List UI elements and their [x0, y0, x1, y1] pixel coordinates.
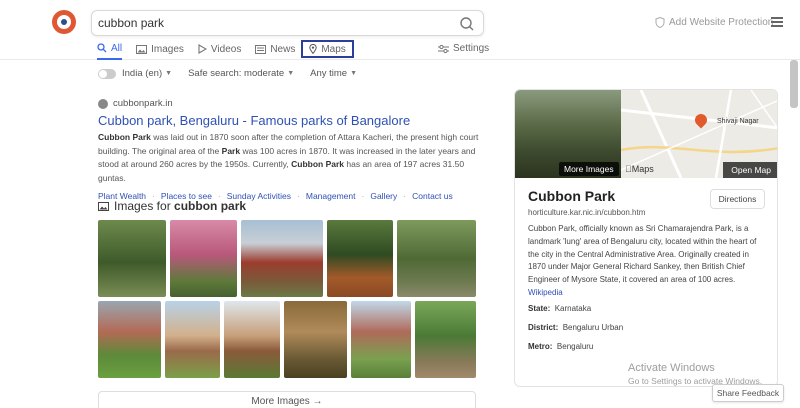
- header: Add Website Protection All Images Videos…: [0, 0, 800, 60]
- result-title[interactable]: Cubbon park, Bengaluru - Famous parks of…: [98, 113, 483, 128]
- search-icon[interactable]: [459, 16, 475, 32]
- activate-windows-watermark: Activate Windows Go to Settings to activ…: [628, 362, 763, 386]
- chevron-down-icon: ▼: [165, 70, 173, 77]
- image-thumbnail[interactable]: [397, 220, 476, 297]
- open-map-button[interactable]: Open Map: [723, 162, 777, 178]
- more-images-link[interactable]: More Images: [559, 162, 619, 176]
- image-thumbnail[interactable]: [284, 301, 347, 378]
- share-feedback-button[interactable]: Share Feedback: [712, 384, 784, 402]
- filters-bar: India (en) ▼ Safe search: moderate ▼ Any t…: [98, 68, 373, 79]
- image-thumbnail[interactable]: [165, 301, 220, 378]
- wikipedia-link[interactable]: Wikipedia: [528, 288, 563, 297]
- kp-field-state: State: Karnataka: [528, 304, 592, 313]
- image-thumbnail[interactable]: [241, 220, 323, 297]
- image-thumbnail[interactable]: [98, 220, 166, 297]
- image-thumbnail[interactable]: [327, 220, 393, 297]
- apple-icon: : [625, 164, 632, 174]
- apple-maps-label: Maps: [625, 164, 654, 174]
- image-thumbnail[interactable]: [98, 301, 161, 378]
- search-tabs: All Images Videos News Maps: [97, 38, 368, 60]
- map-pin-icon: [309, 44, 318, 54]
- duckduckgo-logo[interactable]: [52, 10, 76, 34]
- tab-all[interactable]: All: [97, 38, 123, 60]
- image-thumbnail[interactable]: [415, 301, 476, 378]
- directions-button[interactable]: Directions: [710, 189, 765, 209]
- kp-description: Cubbon Park, officially known as Sri Cha…: [528, 224, 757, 297]
- news-icon: [255, 44, 267, 54]
- kp-map[interactable]: Shivaji Nagar Maps Open Map: [621, 90, 777, 178]
- image-icon: [98, 201, 109, 211]
- scrollbar[interactable]: [790, 60, 798, 108]
- kp-site-link[interactable]: horticulture.kar.nic.in/cubbon.htm: [528, 208, 645, 217]
- kp-field-metro: Metro: Bengaluru: [528, 342, 594, 351]
- image-thumbnail[interactable]: [351, 301, 411, 378]
- protect-label: Add Website Protection: [669, 17, 774, 28]
- safe-search-filter[interactable]: Safe search: moderate ▼: [188, 68, 294, 79]
- sitelink[interactable]: Gallery: [370, 191, 397, 201]
- more-images-button[interactable]: More Images →: [98, 391, 476, 408]
- chevron-down-icon: ▼: [287, 70, 295, 77]
- kp-field-district: District: Bengaluru Urban: [528, 323, 624, 332]
- tab-videos[interactable]: Videos: [198, 39, 241, 59]
- images-heading: Images for cubbon park: [98, 199, 246, 213]
- knowledge-panel: More Images Shivaji Nagar Maps Open Map…: [514, 89, 778, 387]
- kp-photo[interactable]: More Images: [515, 90, 621, 178]
- shield-icon: [655, 17, 665, 28]
- sitelink[interactable]: Management: [306, 191, 356, 201]
- search-result: cubbonpark.in Cubbon park, Bengaluru - F…: [98, 98, 483, 201]
- hamburger-menu-icon[interactable]: [771, 17, 783, 27]
- search-box[interactable]: [91, 10, 484, 36]
- region-filter[interactable]: India (en) ▼: [122, 68, 172, 79]
- play-icon: [198, 44, 207, 54]
- tab-maps[interactable]: Maps: [301, 40, 354, 58]
- region-toggle[interactable]: [98, 68, 116, 79]
- site-favicon: [98, 98, 108, 109]
- settings-button[interactable]: Settings: [438, 43, 489, 54]
- time-filter[interactable]: Any time ▼: [310, 68, 357, 79]
- map-place-label: Shivaji Nagar: [717, 118, 759, 125]
- tab-news[interactable]: News: [255, 39, 295, 59]
- add-website-protection[interactable]: Add Website Protection: [655, 17, 773, 28]
- image-icon: [136, 44, 148, 54]
- search-icon: [97, 43, 107, 53]
- search-input[interactable]: [98, 14, 448, 32]
- kp-title: Cubbon Park: [528, 188, 616, 204]
- sliders-icon: [438, 44, 449, 53]
- image-thumbnail[interactable]: [170, 220, 237, 297]
- image-thumbnail[interactable]: [224, 301, 280, 378]
- sitelink[interactable]: Contact us: [412, 191, 453, 201]
- result-snippet: Cubbon Park was laid out in 1870 soon af…: [98, 132, 479, 183]
- chevron-down-icon: ▼: [350, 70, 358, 77]
- tab-images[interactable]: Images: [136, 39, 184, 59]
- result-url[interactable]: cubbonpark.in: [98, 98, 483, 109]
